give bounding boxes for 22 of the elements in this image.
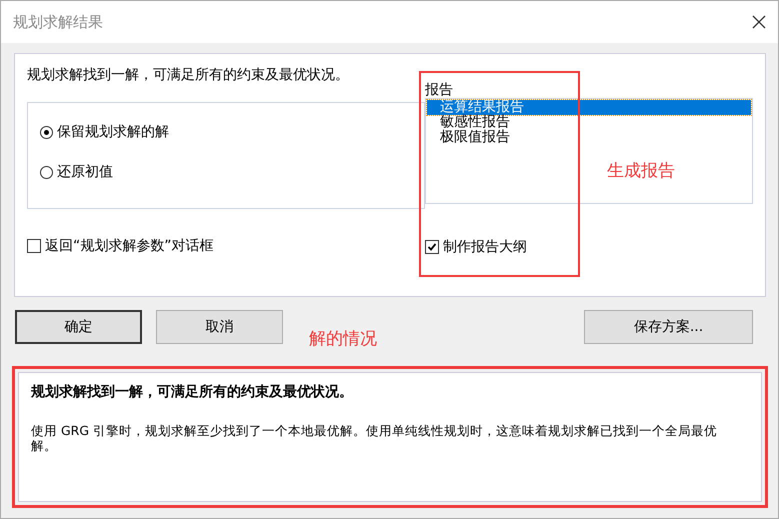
checkbox-label: 返回“规划求解参数”对话框 <box>45 237 214 255</box>
dialog-button[interactable]: 保存方案... <box>584 310 753 344</box>
report-item[interactable]: 敏感性报告 <box>427 115 751 130</box>
annotation-label: 解的情况 <box>309 328 377 350</box>
result-heading: 规划求解找到一解，可满足所有的约束及最优状况。 <box>31 383 354 401</box>
window-title: 规划求解结果 <box>13 12 103 32</box>
checkbox[interactable] <box>27 239 41 253</box>
option-label: 还原初值 <box>57 163 113 181</box>
result-detail: 使用 GRG 引擎时，规划求解至少找到了一个本地最优解。使用单纯线性规划时，这意味着规划求解已找到一个全局最优解。 <box>31 423 718 453</box>
ok-button[interactable]: 确定 <box>15 310 142 344</box>
radio-button[interactable] <box>40 126 53 138</box>
option-label: 保留规划求解的解 <box>57 123 169 141</box>
dialog-button[interactable]: 取消 <box>156 310 283 344</box>
checkbox-label: 制作报告大纲 <box>443 238 527 256</box>
close-icon[interactable] <box>752 15 766 29</box>
report-item[interactable]: 极限值报告 <box>427 130 751 145</box>
status-message: 规划求解找到一解，可满足所有的约束及最优状况。 <box>27 66 350 84</box>
checkbox[interactable] <box>425 240 439 254</box>
annotation-label: 生成报告 <box>607 160 675 182</box>
radio-button[interactable] <box>40 166 53 178</box>
reports-label: 报告 <box>425 82 454 98</box>
report-item[interactable]: 运算结果报告 <box>427 100 751 115</box>
